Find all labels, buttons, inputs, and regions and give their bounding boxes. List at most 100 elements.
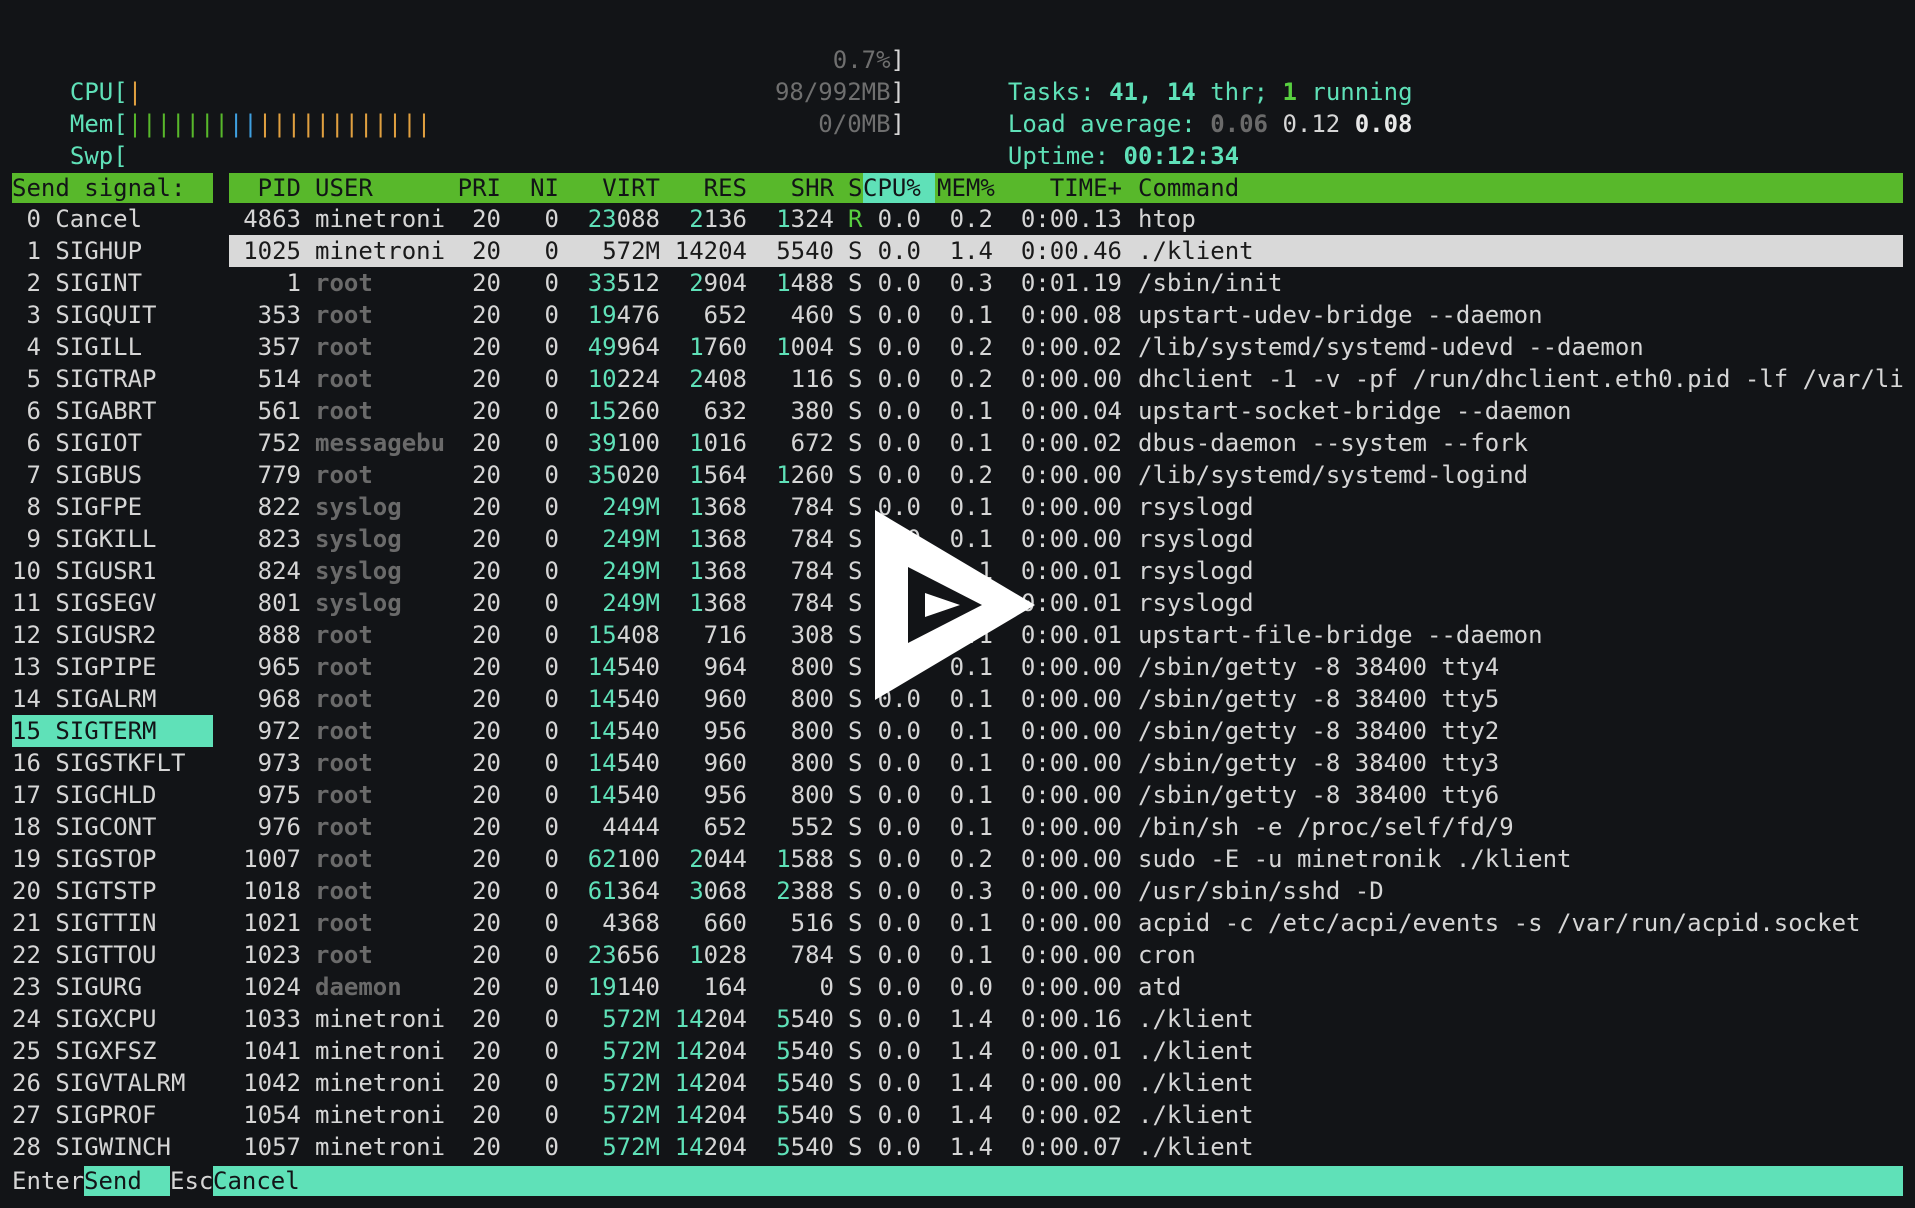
table-row[interactable]: 823syslog200249M1368784S0.00.10:00.00rsy… — [229, 523, 1903, 555]
table-row[interactable]: 514 root 20 0 10224 2408 116 S 0.0 0.2 0:00.00 dhcl… — [229, 363, 1904, 395]
signal-item[interactable]: 19 SIGSTOP — [12, 843, 213, 875]
signal-item[interactable]: 21 SIGTTIN — [12, 907, 213, 939]
column-s[interactable]: S — [834, 173, 862, 203]
signal-item[interactable]: 6 SIGABRT — [12, 395, 213, 427]
cell-pid: 965 — [257, 653, 301, 681]
column-command[interactable]: Command — [1138, 173, 1239, 203]
column-cpu[interactable]: CPU% — [863, 173, 935, 203]
signal-item[interactable]: 12 SIGUSR2 — [12, 619, 213, 651]
table-row[interactable]: 4863 minetroni 20 0 23088 2136 1324 R 0.0 0.2 0:00… — [229, 203, 1903, 235]
column-shr[interactable]: SHR — [747, 173, 834, 203]
cell-cpu: 0.0 — [877, 365, 921, 393]
signal-list[interactable]: 0 Cancel 1 SIGHUP 2 SIGINT 3 SIGQUIT 4 S… — [12, 203, 213, 1163]
table-row[interactable]: 976 root 20 0 4444 652 552 S 0.0 0.1 0:00.00/bin/s… — [229, 811, 1903, 843]
cell-shr: 1588 — [776, 845, 834, 873]
signal-item[interactable]: 4 SIGILL — [12, 331, 213, 363]
cell-user: syslog — [315, 589, 402, 617]
table-row[interactable]: 965root20014540964800S0.00.10:00.00/sbin… — [229, 651, 1903, 683]
cell-mem: 1.4 — [949, 1101, 993, 1129]
table-row[interactable]: 357 root 20 0 49964 1760 1004 S 0.0 0.2 0:00.02/li… — [229, 331, 1903, 363]
column-user[interactable]: USER — [315, 173, 373, 203]
signal-item[interactable]: 17 SIGCHLD — [12, 779, 213, 811]
signal-item[interactable]: 5 SIGTRAP — [12, 363, 213, 395]
cell-pri: 20 — [472, 205, 501, 233]
swp-meter: Swp[ — [41, 108, 128, 172]
signal-item[interactable]: 9 SIGKILL — [12, 523, 213, 555]
table-row[interactable]: 1033 minetroni 20 0 572M 14204 5540 S 0.0 1.4 0:00… — [229, 1003, 1903, 1035]
cell-cpu: 0.0 — [877, 845, 921, 873]
signal-item[interactable]: 7 SIGBUS — [12, 459, 213, 491]
signal-item[interactable]: 25 SIGXFSZ — [12, 1035, 213, 1067]
signal-item[interactable]: 3 SIGQUIT — [12, 299, 213, 331]
signal-item[interactable]: 15 SIGTERM — [12, 715, 213, 747]
column-pid[interactable]: PID — [229, 173, 301, 203]
cell-ni: 0 — [544, 781, 559, 809]
signal-item[interactable]: 22 SIGTTOU — [12, 939, 213, 971]
table-row[interactable]: 1021 root 20 0 4368 660 516 S 0.0 0.1 0:00.00 acpid… — [229, 907, 1903, 939]
signal-item[interactable]: 8 SIGFPE — [12, 491, 213, 523]
cancel-button[interactable]: Cancel — [213, 1166, 1903, 1196]
signal-item[interactable]: 1 SIGHUP — [12, 235, 213, 267]
cell-ni: 0 — [544, 973, 559, 1001]
signal-item[interactable]: 14 SIGALRM — [12, 683, 213, 715]
column-mem[interactable]: MEM% — [937, 173, 995, 203]
cell-pri: 20 — [472, 685, 501, 713]
cell-time: 0:00.07 — [1020, 1133, 1122, 1161]
signal-item[interactable]: 16 SIGSTKFLT — [12, 747, 213, 779]
cell-user: root — [315, 941, 373, 969]
signal-item[interactable]: 10 SIGUSR1 — [12, 555, 213, 587]
table-row[interactable]: 1018 root 20 0 61364 3068 2388 S 0.0 0.3 0:00.00/u… — [229, 875, 1903, 907]
table-row[interactable]: 1054 minetroni 20 0 572M 14204 5540 S 0.0 1.4 0:00… — [229, 1099, 1903, 1131]
signal-item[interactable]: 11 SIGSEGV — [12, 587, 213, 619]
table-row[interactable]: 752 messagebu 20 0 39100 1016 672 S 0.0 0.1 0:00.0… — [229, 427, 1903, 459]
table-row[interactable]: 888root20015408716308S0.00.10:00.01upsta… — [229, 619, 1903, 651]
signal-item[interactable]: 24 SIGXCPU — [12, 1003, 213, 1035]
signal-item[interactable]: 27 SIGPROF — [12, 1099, 213, 1131]
table-row[interactable]: 801syslog200249M1368784S0.00.10:00.01rsy… — [229, 587, 1903, 619]
cell-shr: 5540 — [776, 237, 834, 265]
cell-pid: 1042 — [243, 1069, 301, 1097]
table-row[interactable]: 353 root 20 0 19476 652 460 S 0.0 0.1 0:00.08 upsta… — [229, 299, 1903, 331]
send-button[interactable]: Send — [84, 1166, 170, 1196]
table-row[interactable]: 824syslog200249M1368784S0.00.10:00.01rsy… — [229, 555, 1903, 587]
column-ni[interactable]: NI — [501, 173, 559, 203]
table-row[interactable]: 779 root 20 0 35020 1564 1260 S 0.0 0.2 0:00.00/li… — [229, 459, 1903, 491]
table-row[interactable]: 1041 minetroni 20 0 572M 14204 5540 S 0.0 1.4 0:00… — [229, 1035, 1903, 1067]
table-row[interactable]: 1024 daemon 20 0 19140 164 0 S 0.0 0.0 0:00.00 atd — [229, 971, 1903, 1003]
table-row[interactable]: 1 root 20 0 33512 2904 1488 S 0.0 0.3 0:01.19/sbin… — [229, 267, 1903, 299]
signal-item[interactable]: 20 SIGTSTP — [12, 875, 213, 907]
column-virt[interactable]: VIRT — [559, 173, 660, 203]
column-pri[interactable]: PRI — [429, 173, 501, 203]
table-row[interactable]: 822 syslog 20 0 249M 1368 784 S 0.0 0.1 0:00.00 rsy… — [229, 491, 1903, 523]
cell-mem: 0.1 — [949, 781, 993, 809]
table-row[interactable]: 1042 minetroni 20 0 572M 14204 5540 S 0.0 1.4 0:00… — [229, 1067, 1903, 1099]
table-row[interactable]: 973 root 20 0 14540 960 800 S 0.0 0.1 0:00.00/sbin… — [229, 747, 1903, 779]
cell-mem: 0.2 — [949, 461, 993, 489]
signal-item[interactable]: 13 SIGPIPE — [12, 651, 213, 683]
cell-ni: 0 — [544, 1037, 559, 1065]
table-row[interactable]: 1007 root 20 0 62100 2044 1588 S 0.0 0.2 0:00.00 su… — [229, 843, 1903, 875]
cell-time: 0:00.00 — [1020, 909, 1122, 937]
cell-res: 956 — [703, 781, 747, 809]
play-icon[interactable] — [870, 505, 1040, 711]
table-row[interactable]: 972 root 20 0 14540 956 800 S 0.0 0.1 0:00.00/sbin… — [229, 715, 1903, 747]
table-row[interactable]: 1057 minetroni 20 0 572M 14204 5540 S 0.0 1.4 0:00… — [229, 1131, 1903, 1163]
signal-item[interactable]: 0 Cancel — [12, 203, 213, 235]
cell-shr: 116 — [790, 365, 834, 393]
column-time[interactable]: TIME+ — [1007, 173, 1122, 203]
signal-item[interactable]: 18 SIGCONT — [12, 811, 213, 843]
cell-user: syslog — [315, 493, 402, 521]
signal-item[interactable]: 6 SIGIOT — [12, 427, 213, 459]
signal-item[interactable]: 28 SIGWINCH — [12, 1131, 213, 1163]
signal-item[interactable]: 2 SIGINT — [12, 267, 213, 299]
signal-item[interactable]: 26 SIGVTALRM — [12, 1067, 213, 1099]
column-res[interactable]: RES — [660, 173, 747, 203]
table-row[interactable]: 561 root 20 0 15260 632 380 S 0.0 0.1 0:00.04 upsta… — [229, 395, 1903, 427]
table-row[interactable]: 975 root 20 0 14540 956 800 S 0.0 0.1 0:00.00/sbin… — [229, 779, 1903, 811]
table-row[interactable]: 1025 minetroni 20 0 572M 14204 5540 S 0.0 1.4 0:00… — [229, 235, 1903, 267]
table-row[interactable]: 968 root 20 0 14540 960 800 S 0.0 0.1 0:00.00/sbin… — [229, 683, 1903, 715]
signal-item[interactable]: 23 SIGURG — [12, 971, 213, 1003]
process-table[interactable]: 4863 minetroni 20 0 23088 2136 1324 R 0.0 0.2 0:00… — [229, 203, 1904, 1163]
table-row[interactable]: 1023 root 20 0 23656 1028 784 S 0.0 0.1 0:00.00 cro… — [229, 939, 1903, 971]
cell-state: S — [848, 589, 863, 617]
